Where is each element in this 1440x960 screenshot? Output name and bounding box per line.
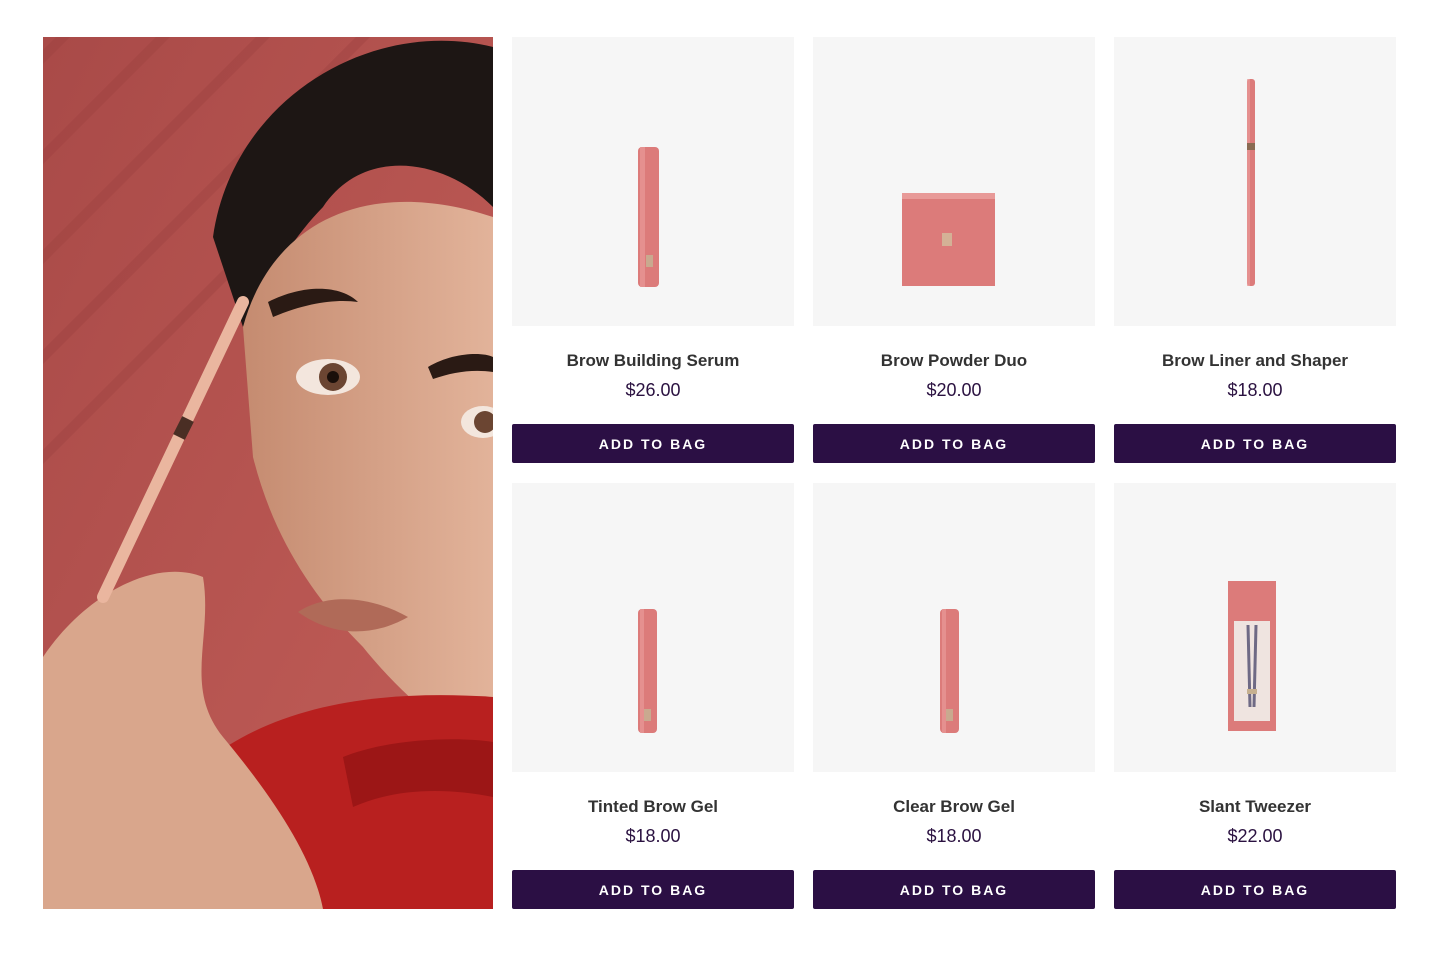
brow-gel-tube-icon [940,609,959,733]
product-image[interactable] [512,483,794,772]
product-card: Slant Tweezer $22.00 ADD TO BAG [1114,483,1396,909]
product-card: Brow Liner and Shaper $18.00 ADD TO BAG [1114,37,1396,463]
product-name[interactable]: Brow Liner and Shaper [1114,351,1396,371]
add-to-bag-button[interactable]: ADD TO BAG [813,870,1095,909]
serum-tube-icon [638,147,659,287]
tweezer-box-icon [1228,581,1276,731]
product-card: Tinted Brow Gel $18.00 ADD TO BAG [512,483,794,909]
product-price: $18.00 [926,826,982,846]
model-photo-icon [43,37,493,909]
product-price: $18.00 [625,826,681,846]
product-grid: Brow Building Serum $26.00 ADD TO BAG Br… [512,37,1396,909]
add-to-bag-button[interactable]: ADD TO BAG [512,870,794,909]
product-name[interactable]: Brow Building Serum [512,351,794,371]
product-name[interactable]: Tinted Brow Gel [512,797,794,817]
product-image[interactable] [813,483,1095,772]
product-price: $22.00 [1227,826,1283,846]
product-name[interactable]: Clear Brow Gel [813,797,1095,817]
product-name[interactable]: Slant Tweezer [1114,797,1396,817]
brow-pencil-icon [1247,79,1255,286]
hero-image [43,37,493,909]
add-to-bag-button[interactable]: ADD TO BAG [1114,870,1396,909]
product-price: $20.00 [926,380,982,400]
product-card: Brow Building Serum $26.00 ADD TO BAG [512,37,794,463]
add-to-bag-button[interactable]: ADD TO BAG [512,424,794,463]
brow-gel-tube-icon [638,609,657,733]
product-price: $18.00 [1227,380,1283,400]
product-image[interactable] [1114,37,1396,326]
product-image[interactable] [813,37,1095,326]
add-to-bag-button[interactable]: ADD TO BAG [813,424,1095,463]
add-to-bag-button[interactable]: ADD TO BAG [1114,424,1396,463]
product-name[interactable]: Brow Powder Duo [813,351,1095,371]
product-card: Brow Powder Duo $20.00 ADD TO BAG [813,37,1095,463]
product-price: $26.00 [625,380,681,400]
powder-compact-icon [902,193,995,286]
product-image[interactable] [1114,483,1396,772]
product-card: Clear Brow Gel $18.00 ADD TO BAG [813,483,1095,909]
product-image[interactable] [512,37,794,326]
